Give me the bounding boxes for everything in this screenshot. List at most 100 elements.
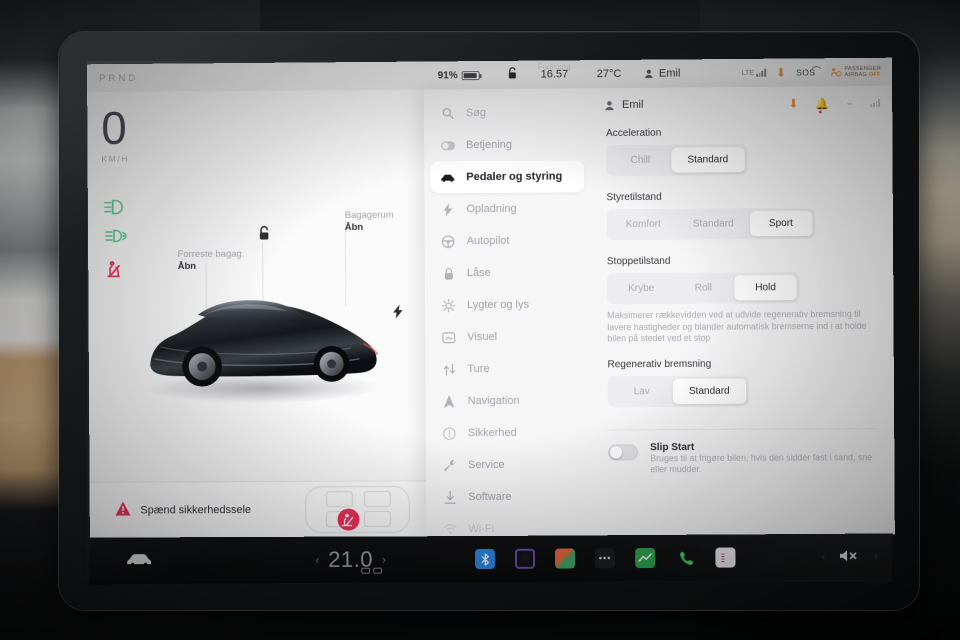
phone-app-icon[interactable] xyxy=(675,548,695,568)
option-hold[interactable]: Hold xyxy=(734,275,797,301)
battery-indicator[interactable]: 91% xyxy=(438,70,480,81)
prnd-indicator: PRND xyxy=(98,72,139,84)
segmented-control-acceleration[interactable]: Chill Standard xyxy=(606,144,748,177)
stoppetilstand-description: Maksimerer rækkevidden ved at udvide reg… xyxy=(607,308,867,344)
sidebar-item-sikkerhed[interactable]: Sikkerhed xyxy=(432,417,586,450)
sidebar-item-label: Sikkerhed xyxy=(467,426,517,440)
front-trunk-label: Forreste bagag. xyxy=(177,248,245,261)
segmented-control-stoppetilstand[interactable]: Krybe Roll Hold xyxy=(606,272,800,305)
settings-overlay[interactable]: Emil ⬇ 🔔 ⌁ Søg Betjening Pedaler og styr… xyxy=(423,85,895,537)
warning-message: Spænd sikkerhedssele xyxy=(140,503,252,516)
bottom-taskbar[interactable]: ‹ 21.0 › ••• ‹ › xyxy=(88,533,894,585)
sidebar-item-service[interactable]: Service xyxy=(432,449,586,482)
app-launcher-row[interactable]: ••• xyxy=(474,547,736,570)
seatbelt-warning-icon xyxy=(104,259,124,284)
vehicle-render[interactable] xyxy=(136,270,386,406)
sidebar-item-software[interactable]: Software xyxy=(432,481,586,514)
person-icon xyxy=(644,69,652,78)
sidebar-item-label: Service xyxy=(467,458,505,472)
sidebar-item-pedaler-og-styring[interactable]: Pedaler og styring xyxy=(430,160,585,194)
warning-bar[interactable]: Spænd sikkerhedssele xyxy=(89,480,427,538)
tesla-touchscreen[interactable]: PRND 91% Fuglsang 16.57 27°C Emil LTE ⬇ … xyxy=(87,57,895,538)
warning-triangle-icon xyxy=(115,501,131,519)
option-standard[interactable]: Standard xyxy=(677,211,750,237)
option-komfort[interactable]: Komfort xyxy=(610,212,677,237)
driver-profile-name: Emil xyxy=(658,67,681,80)
media-app-icon[interactable] xyxy=(514,548,536,569)
wifi-icon xyxy=(442,524,457,534)
sidebar-item-opladning[interactable]: Opladning xyxy=(430,192,584,225)
car-icon xyxy=(440,173,455,182)
option-krybe[interactable]: Krybe xyxy=(610,276,672,301)
lte-signal-icon: LTE xyxy=(742,68,766,77)
segmented-control-styretilstand[interactable]: Komfort Standard Sport xyxy=(606,207,816,241)
sidebar-item-lygter-og-lys[interactable]: Lygter og lys xyxy=(431,288,585,321)
radio-app-icon[interactable] xyxy=(715,547,736,568)
option-sport[interactable]: Sport xyxy=(749,210,813,237)
charge-port-icon[interactable] xyxy=(393,304,403,322)
unlock-icon[interactable] xyxy=(507,67,519,83)
option-standard[interactable]: Standard xyxy=(672,378,746,404)
mute-icon[interactable] xyxy=(839,548,859,565)
sidebar-item-label: Lygter og lys xyxy=(467,298,530,312)
sos-button[interactable]: SOS ⌒ xyxy=(796,66,821,77)
wrench-icon xyxy=(442,459,457,472)
seat-heater-right[interactable] xyxy=(373,567,383,574)
sidebar-item-lase[interactable]: Låse xyxy=(431,256,585,289)
temp-decrease-button[interactable]: ‹ xyxy=(315,553,319,567)
slip-start-row[interactable]: Slip Start Bruges til at frigøre bilen, … xyxy=(608,441,878,476)
car-controls-icon[interactable] xyxy=(126,551,152,571)
battery-percent-label: 91% xyxy=(437,69,458,81)
low-beam-icon xyxy=(104,200,130,220)
trunk-action[interactable]: Åbn xyxy=(345,222,394,234)
more-dots-icon[interactable]: ••• xyxy=(595,548,616,569)
speed-value: 0 xyxy=(101,101,127,154)
bluetooth-app-icon[interactable] xyxy=(474,548,496,570)
display-icon xyxy=(441,331,456,343)
sidebar-item-label: Navigation xyxy=(467,394,520,408)
outside-temperature: 27°C xyxy=(596,67,622,81)
segmented-control-regenerativ-bremsning[interactable]: Lav Standard xyxy=(607,375,749,407)
passenger-airbag-indicator: PASSENGER AIRBAG OFF xyxy=(825,63,887,81)
trunk-callout[interactable]: Bagagerum Åbn xyxy=(345,210,394,234)
sidebar-item-betjening[interactable]: Betjening xyxy=(430,128,584,161)
seat-heater-indicators[interactable] xyxy=(361,567,383,574)
sidebar-item-visuel[interactable]: Visuel xyxy=(431,320,585,353)
steering-wheel-icon xyxy=(441,235,456,248)
unlock-icon-car[interactable] xyxy=(257,225,272,245)
divider xyxy=(607,427,879,430)
trips-icon xyxy=(441,363,456,376)
temp-increase-button[interactable]: › xyxy=(382,553,386,567)
settings-menu[interactable]: Søg Betjening Pedaler og styring Opladni… xyxy=(424,88,595,536)
media-controls[interactable]: ‹ › xyxy=(822,548,878,565)
slip-start-toggle[interactable] xyxy=(608,443,639,460)
option-standard[interactable]: Standard xyxy=(671,147,745,173)
chart-app-icon[interactable] xyxy=(635,547,656,569)
driver-profile[interactable]: Emil xyxy=(644,67,681,80)
apps-icon[interactable] xyxy=(554,548,576,569)
sidebar-item-ture[interactable]: Ture xyxy=(431,352,585,385)
clock: 16.57 xyxy=(540,68,569,81)
sidebar-item-label: Opladning xyxy=(466,202,517,216)
driving-visualization-panel[interactable]: 0 KM/H Forreste bagag. Åbn Bagagerum Åbn… xyxy=(87,89,427,538)
previous-track-button[interactable]: ‹ xyxy=(822,551,826,563)
option-lav[interactable]: Lav xyxy=(611,379,673,404)
seat-heater-left[interactable] xyxy=(361,567,371,574)
lock-icon xyxy=(441,267,456,280)
slip-start-description: Bruges til at frigøre bilen, hvis den si… xyxy=(650,451,873,475)
option-roll[interactable]: Roll xyxy=(672,275,734,300)
seat-diagram[interactable] xyxy=(304,482,412,535)
sidebar-item-navigation[interactable]: Navigation xyxy=(432,384,586,417)
next-track-button[interactable]: › xyxy=(874,551,878,563)
group-title-regenerativ-bremsning: Regenerativ bremsning xyxy=(607,358,712,370)
group-title-acceleration: Acceleration xyxy=(606,127,662,140)
front-trunk-callout[interactable]: Forreste bagag. Åbn xyxy=(178,249,245,273)
search-input[interactable]: Søg xyxy=(430,96,584,129)
sidebar-item-label: Pedaler og styring xyxy=(466,170,563,184)
sidebar-item-autopilot[interactable]: Autopilot xyxy=(431,224,585,257)
settings-content[interactable]: Acceleration Chill Standard Styretilstan… xyxy=(592,86,895,536)
group-title-stoppetilstand: Stoppetilstand xyxy=(606,255,671,268)
download-icon[interactable]: ⬇ xyxy=(776,66,786,80)
option-chill[interactable]: Chill xyxy=(609,148,671,173)
sidebar-item-wifi[interactable]: Wi-Fi xyxy=(432,513,586,538)
